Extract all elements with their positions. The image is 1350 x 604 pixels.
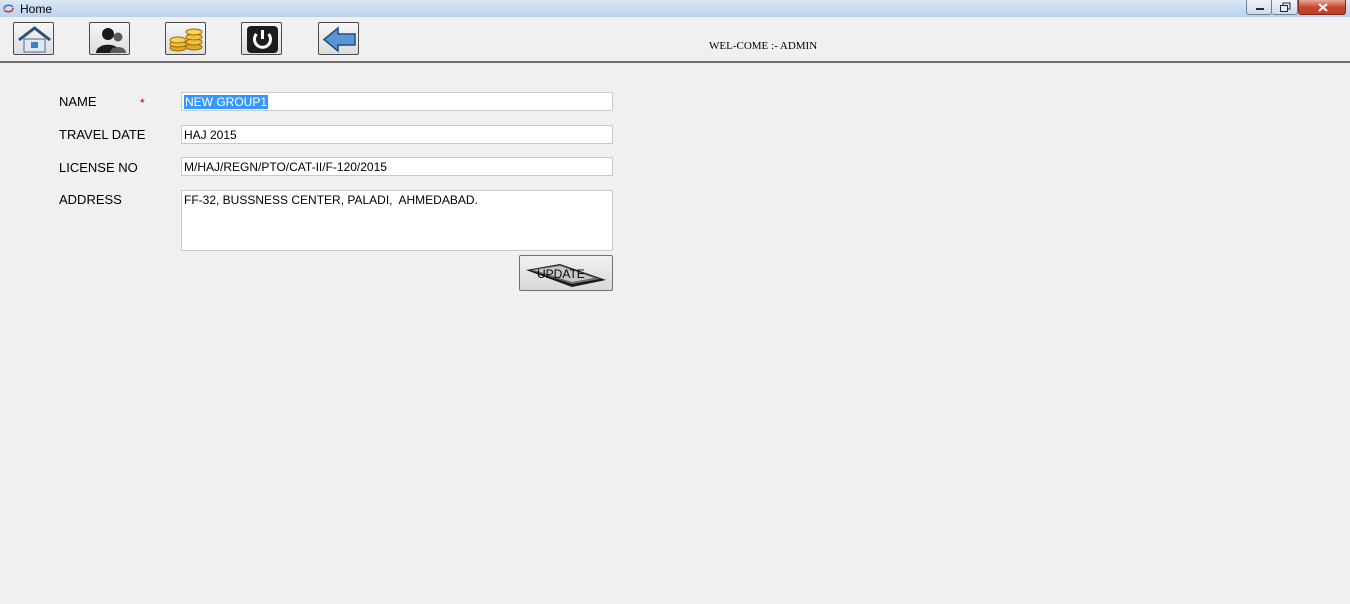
update-button[interactable]: UPDATE: [519, 255, 613, 291]
travel-date-label: TRAVEL DATE: [59, 127, 146, 142]
coins-icon: [169, 28, 203, 52]
address-field[interactable]: FF-32, BUSSNESS CENTER, PALADI, AHMEDABA…: [181, 190, 613, 251]
user-icon: [96, 28, 126, 53]
address-label: ADDRESS: [59, 192, 122, 207]
title-bar[interactable]: Home: [0, 0, 1350, 17]
restore-button[interactable]: [1272, 0, 1298, 15]
travel-date-field[interactable]: HAJ 2015: [181, 125, 613, 144]
name-field[interactable]: NEW GROUP1: [181, 92, 613, 111]
toolbar: WEL-COME :- ADMIN: [0, 17, 1350, 63]
payments-button[interactable]: [165, 22, 206, 55]
close-icon: [1318, 3, 1328, 12]
license-no-label: LICENSE NO: [59, 160, 138, 175]
window-title: Home: [20, 2, 53, 16]
back-arrow-icon: [322, 26, 356, 53]
home-icon: [18, 26, 51, 53]
welcome-text: WEL-COME :- ADMIN: [709, 40, 818, 52]
required-marker: *: [140, 96, 145, 110]
minimize-button[interactable]: [1246, 0, 1272, 15]
license-no-field[interactable]: M/HAJ/REGN/PTO/CAT-II/F-120/2015: [181, 157, 613, 176]
restore-icon: [1280, 2, 1291, 12]
home-button[interactable]: [13, 22, 54, 55]
update-button-label: UPDATE: [537, 267, 585, 281]
user-button[interactable]: [89, 22, 130, 55]
close-button[interactable]: [1298, 0, 1346, 15]
logout-button[interactable]: [241, 22, 282, 55]
app-icon: [3, 4, 14, 13]
minimize-icon: [1256, 8, 1264, 10]
name-field-value: NEW GROUP1: [184, 95, 269, 109]
power-icon: [247, 26, 278, 53]
back-button[interactable]: [318, 22, 359, 55]
app-window: Home WEL-COME:- ADMIN NAME * NEW GROUP1…: [0, 0, 1350, 604]
name-label: NAME: [59, 94, 97, 109]
